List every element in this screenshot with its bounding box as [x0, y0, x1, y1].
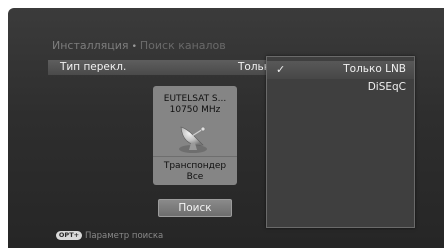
footer-hint: OPT+ Параметр поиска [56, 231, 163, 241]
breadcrumb-level2: Поиск каналов [139, 39, 226, 52]
panel-divider [153, 156, 237, 157]
tv-screen: Инсталляция • Поиск каналов Тип перекл. То… [8, 8, 444, 248]
dropdown-option-diseqc[interactable]: DiSEqC [267, 79, 414, 97]
satellite-name: EUTELSAT S... [163, 94, 227, 104]
switch-type-dropdown[interactable]: ✓ Только LNB DiSEqC [266, 56, 415, 228]
satellite-frequency: 10750 MHz [169, 105, 221, 115]
checkmark-icon: ✓ [276, 63, 286, 76]
breadcrumb-separator: • [131, 42, 137, 52]
transponder-value: Все [186, 172, 204, 182]
switch-type-row[interactable]: Тип перекл. Тольк [48, 60, 278, 75]
breadcrumb-level1: Инсталляция [52, 39, 129, 52]
switch-type-label: Тип перекл. [60, 61, 127, 73]
dropdown-option-lnb[interactable]: ✓ Только LNB [267, 61, 414, 79]
dropdown-option-label: DiSEqC [367, 81, 406, 93]
dropdown-option-label: Только LNB [343, 63, 406, 75]
search-button[interactable]: Поиск [158, 199, 232, 217]
satellite-dish-icon [179, 126, 207, 153]
opt-button-icon: OPT+ [56, 231, 82, 240]
breadcrumb: Инсталляция • Поиск каналов [52, 39, 226, 52]
satellite-panel: EUTELSAT S... 10750 MHz Транспондер Все [153, 86, 237, 185]
transponder-label: Транспондер [163, 161, 227, 171]
hint-text: Параметр поиска [85, 231, 164, 241]
